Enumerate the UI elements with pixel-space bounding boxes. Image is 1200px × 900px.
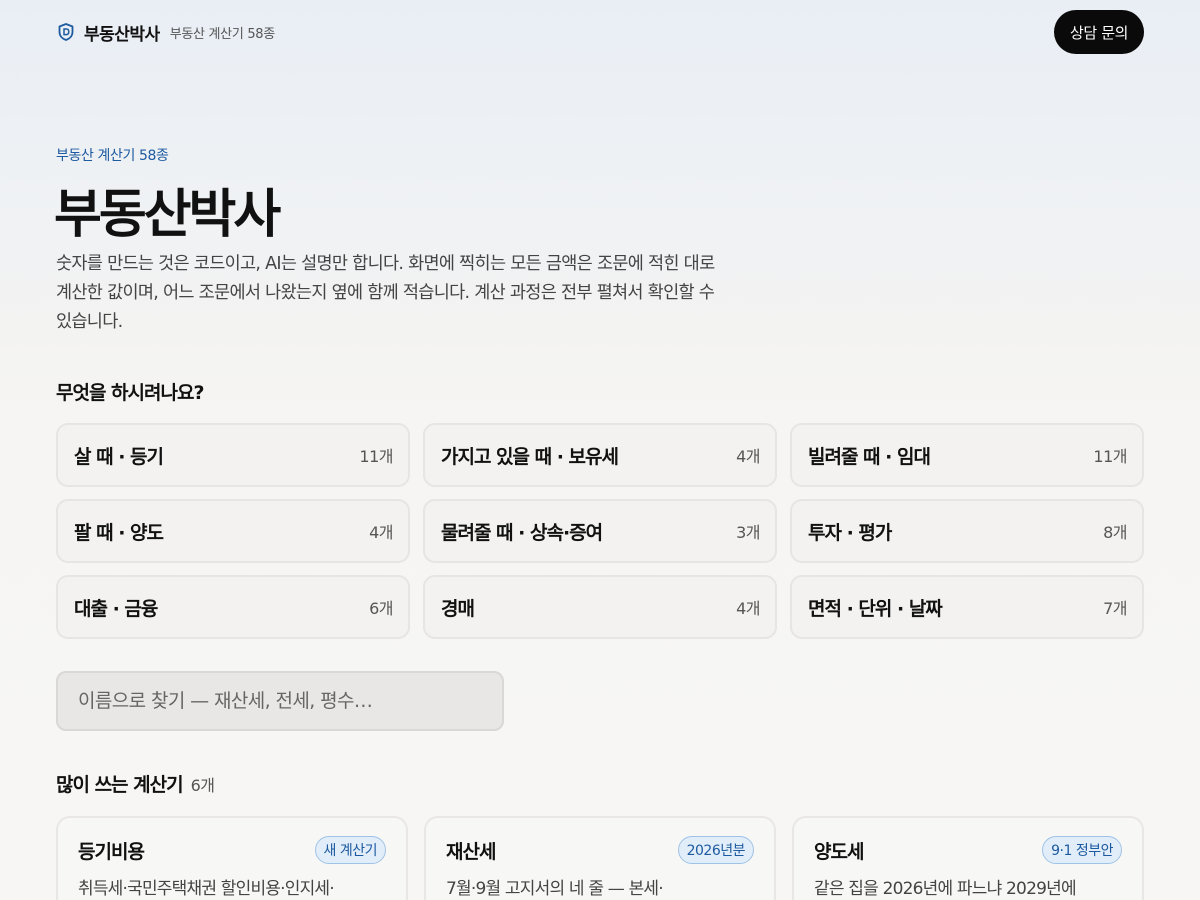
category-label: 투자 · 평가 [808,521,892,544]
popular-count: 6개 [190,776,215,795]
hero-title: 부동산박사 [54,185,281,245]
popular-card-badge: 새 계산기 [314,836,386,864]
category-count: 4개 [736,447,760,466]
category-card-hold[interactable]: 가지고 있을 때 · 보유세 4개 [423,423,777,487]
popular-card-desc: 취득세·국민주택채권 할인비용·인지세· [78,879,335,899]
popular-header: 많이 쓰는 계산기 6개 [56,770,215,797]
category-card-auction[interactable]: 경매 4개 [423,575,777,639]
category-count: 4개 [736,599,760,618]
popular-card-top: 등기비용 새 계산기 [78,836,386,864]
category-card-invest[interactable]: 투자 · 평가 8개 [790,499,1144,563]
category-count: 4개 [369,523,393,542]
category-label: 팔 때 · 양도 [74,521,164,544]
popular-card-title: 재산세 [446,840,496,863]
popular-card-badge: 2026년분 [677,836,754,864]
category-count: 6개 [369,599,393,618]
category-card-lease[interactable]: 빌려줄 때 · 임대 11개 [790,423,1144,487]
category-label: 대출 · 금융 [74,597,158,620]
category-card-units[interactable]: 면적 · 단위 · 날짜 7개 [790,575,1144,639]
category-count: 11개 [359,447,393,466]
shield-logo-icon [56,22,76,42]
category-grid: 살 때 · 등기 11개 가지고 있을 때 · 보유세 4개 빌려줄 때 · 임… [56,423,1144,639]
popular-card-desc: 같은 집을 2026년에 파느냐 2029년에 [814,879,1077,899]
popular-card-desc: 7월·9월 고지서의 네 줄 — 본세· [446,879,664,899]
category-count: 8개 [1103,523,1127,542]
popular-card-title: 등기비용 [78,840,145,863]
category-count: 7개 [1103,599,1127,618]
category-card-inherit[interactable]: 물려줄 때 · 상속·증여 3개 [423,499,777,563]
popular-card-property-tax[interactable]: 재산세 2026년분 7월·9월 고지서의 네 줄 — 본세· [424,816,776,900]
popular-card-top: 재산세 2026년분 [446,836,754,864]
category-label: 가지고 있을 때 · 보유세 [441,445,619,468]
hero-description: 숫자를 만드는 것은 코드이고, AI는 설명만 합니다. 화면에 찍히는 모든… [56,254,715,332]
category-label: 경매 [441,597,475,620]
category-label: 면적 · 단위 · 날짜 [808,597,943,620]
brand[interactable]: 부동산박사 부동산 계산기 58종 [56,20,275,45]
popular-grid: 등기비용 새 계산기 취득세·국민주택채권 할인비용·인지세· 재산세 2026… [56,816,1144,900]
popular-card-top: 양도세 9·1 정부안 [814,836,1122,864]
contact-button[interactable]: 상담 문의 [1054,10,1144,54]
popular-card-registration[interactable]: 등기비용 새 계산기 취득세·국민주택채권 할인비용·인지세· [56,816,408,900]
popular-card-transfer-tax[interactable]: 양도세 9·1 정부안 같은 집을 2026년에 파느냐 2029년에 [792,816,1144,900]
top-header: 부동산박사 부동산 계산기 58종 상담 문의 [56,10,1144,54]
category-label: 물려줄 때 · 상속·증여 [441,521,603,544]
category-count: 3개 [736,523,760,542]
category-heading: 무엇을 하시려나요? [56,382,204,404]
category-card-loan[interactable]: 대출 · 금융 6개 [56,575,410,639]
search-box [56,671,504,731]
brand-name: 부동산박사 [84,24,160,45]
category-card-sell[interactable]: 팔 때 · 양도 4개 [56,499,410,563]
popular-title: 많이 쓰는 계산기 [56,774,184,796]
brand-subtitle: 부동산 계산기 58종 [169,26,276,42]
category-label: 살 때 · 등기 [74,445,164,468]
category-label: 빌려줄 때 · 임대 [808,445,931,468]
popular-card-badge: 9·1 정부안 [1042,836,1122,864]
category-count: 11개 [1093,447,1127,466]
hero-eyebrow: 부동산 계산기 58종 [56,148,169,164]
search-input[interactable] [78,690,502,712]
popular-card-title: 양도세 [814,840,864,863]
category-card-buy[interactable]: 살 때 · 등기 11개 [56,423,410,487]
